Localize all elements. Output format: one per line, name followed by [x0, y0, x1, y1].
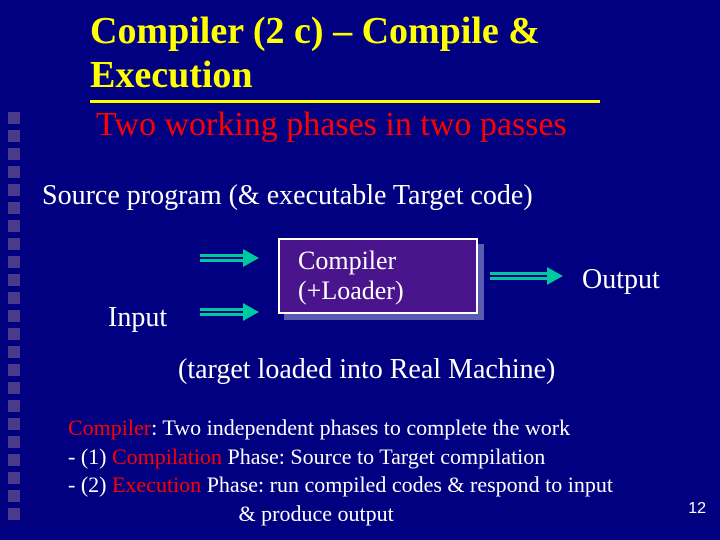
arrow-icon [200, 254, 260, 264]
footer-notes: Compiler: Two independent phases to comp… [68, 414, 613, 528]
keyword-execution: Execution [112, 472, 201, 497]
slide-subtitle: Two working phases in two passes [96, 106, 567, 144]
page-number: 12 [688, 500, 706, 518]
source-program-label: Source program (& executable Target code… [42, 180, 533, 212]
compiler-box: Compiler (+Loader) [278, 238, 478, 314]
flow-diagram: Input Compiler (+Loader) Output [0, 230, 720, 350]
box-line1: Compiler [298, 246, 396, 275]
output-label: Output [582, 264, 660, 296]
box-line2: (+Loader) [298, 276, 404, 305]
keyword-compiler: Compiler [68, 415, 151, 440]
arrow-icon [200, 308, 260, 318]
arrow-icon [490, 272, 565, 282]
keyword-compilation: Compilation [112, 444, 222, 469]
slide-title: Compiler (2 c) – Compile & Execution [90, 10, 540, 97]
input-label: Input [108, 302, 167, 334]
title-underline [90, 100, 600, 103]
target-line: (target loaded into Real Machine) [178, 354, 555, 386]
